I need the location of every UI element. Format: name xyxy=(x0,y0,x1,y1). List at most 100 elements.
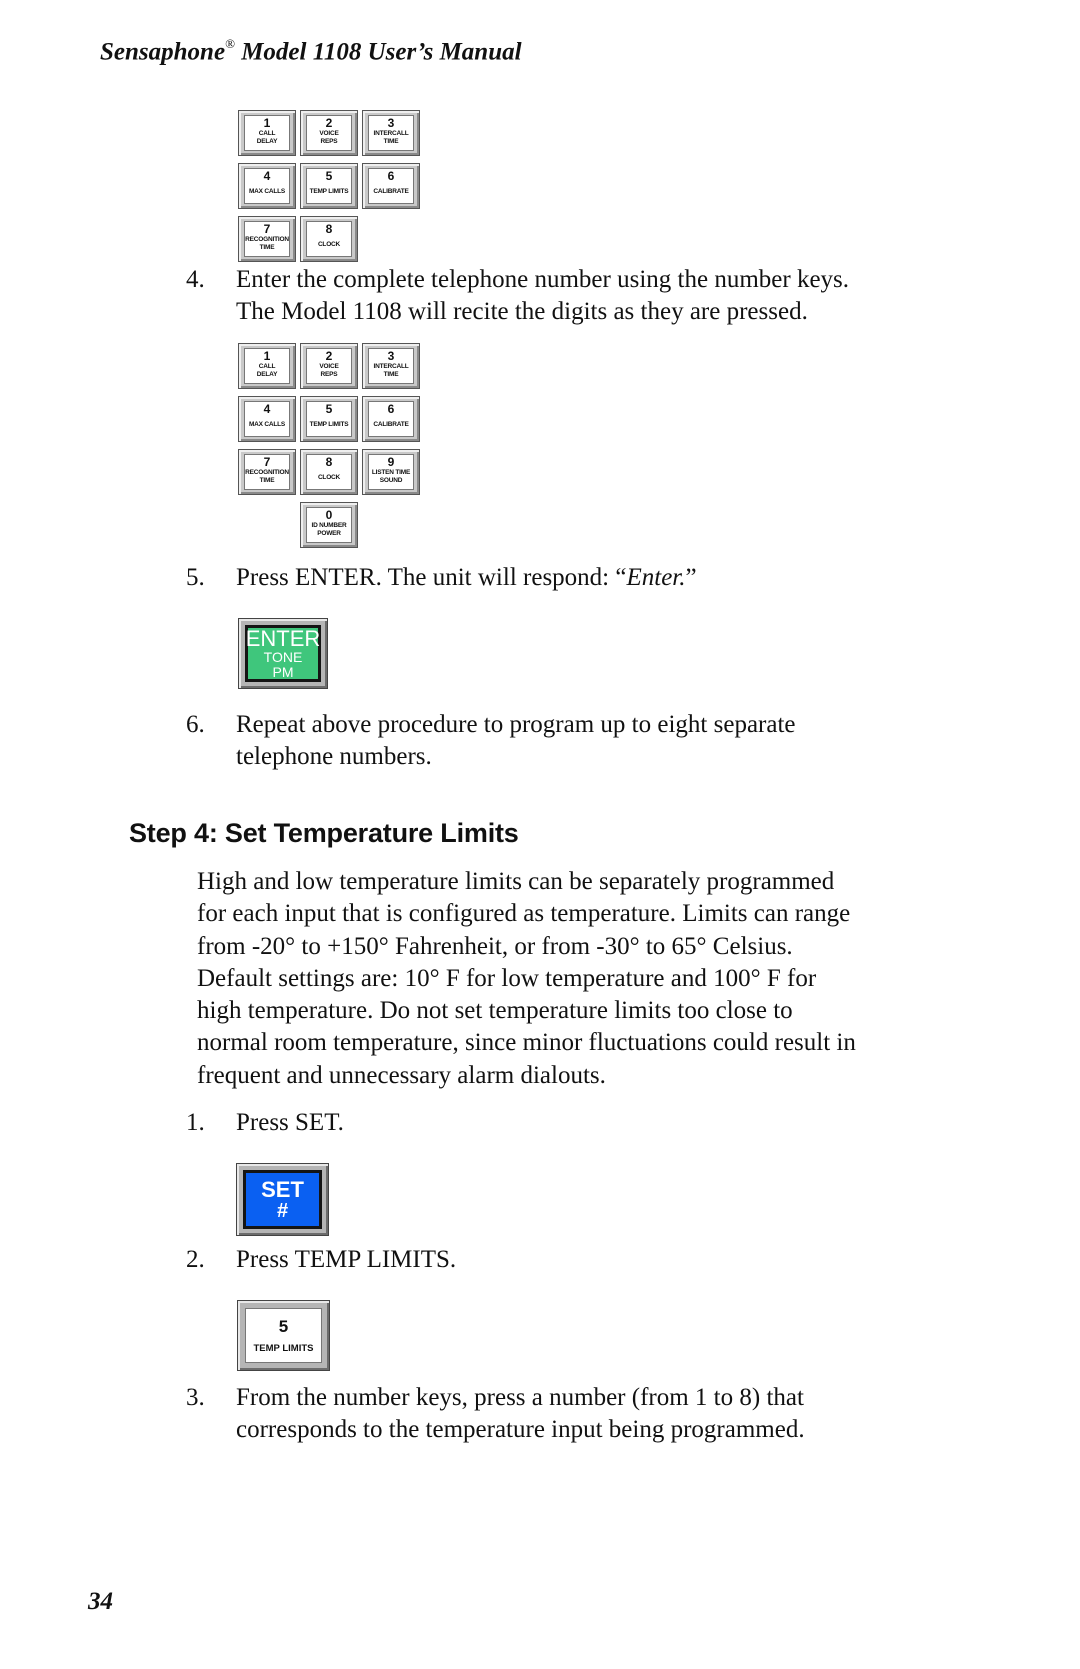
list-number: 3. xyxy=(186,1384,205,1411)
list-text-line: From the number keys, press a number (fr… xyxy=(236,1384,804,1411)
list-text-line: The Model 1108 will recite the digits as… xyxy=(236,298,808,325)
key-label: TEMP LIMITS xyxy=(253,1342,314,1354)
key-label: MAX CALLS xyxy=(248,421,286,428)
key-face: 4 MAX CALLS xyxy=(244,401,290,437)
key-label: INTERCALL xyxy=(373,130,409,137)
list-number: 5. xyxy=(186,564,205,591)
list-text-line: Enter the complete telephone number usin… xyxy=(236,266,850,293)
key-face: 2 VOICE REPS xyxy=(306,348,352,384)
key-face: 7 RECOGNITION TIME xyxy=(244,454,290,490)
key-label: VOICE xyxy=(319,363,339,370)
list-text-line: Repeat above procedure to program up to … xyxy=(236,711,796,738)
keypad-key-4: 4 MAX CALLS xyxy=(238,396,296,442)
enter-key-sublabel: TONE xyxy=(263,648,303,665)
keypad-key-1: 1 CALL DELAY xyxy=(238,343,296,389)
list-text-line: Press TEMP LIMITS. xyxy=(236,1246,457,1273)
enter-key-face: ENTER TONE PM xyxy=(245,625,321,682)
key-label: TIME xyxy=(383,371,399,378)
key-label: TIME xyxy=(259,477,275,484)
key-digit: 0 xyxy=(325,508,333,522)
key-label: CALIBRATE xyxy=(373,188,409,195)
key-digit: 6 xyxy=(387,169,395,183)
keypad-key-1: 1 CALL DELAY xyxy=(238,110,296,156)
key-face: 3 INTERCALL TIME xyxy=(368,348,414,384)
key-label: CLOCK xyxy=(317,474,341,481)
list-text-line: telephone numbers. xyxy=(236,743,432,770)
key-label: INTERCALL xyxy=(373,363,409,370)
key-label: CALIBRATE xyxy=(373,421,409,428)
key-digit: 5 xyxy=(325,402,333,416)
list-text: Press ENTER. The unit will respond: xyxy=(236,564,616,591)
keypad-key-8: 8 CLOCK xyxy=(300,216,358,262)
page-number: 34 xyxy=(88,1588,113,1615)
quote-open: “ xyxy=(615,564,627,591)
key-digit: 7 xyxy=(263,222,271,236)
key-digit: 3 xyxy=(387,116,395,130)
key-label: MAX CALLS xyxy=(248,188,286,195)
keypad-key-6: 6 CALIBRATE xyxy=(362,396,420,442)
hash-symbol: # xyxy=(276,1200,289,1222)
keypad-key-5: 5 TEMP LIMITS xyxy=(300,396,358,442)
key-face: 0 ID NUMBER POWER xyxy=(306,507,352,543)
keypad-key-5: 5 TEMP LIMITS xyxy=(300,163,358,209)
running-header: Sensaphone® Model 1108 User’s Manual xyxy=(100,36,522,66)
key-label: VOICE xyxy=(319,130,339,137)
key-face: 1 CALL DELAY xyxy=(244,348,290,384)
key-digit: 5 xyxy=(278,1316,289,1336)
key-face: 3 INTERCALL TIME xyxy=(368,115,414,151)
paragraph-line: normal room temperature, since minor flu… xyxy=(197,1029,856,1057)
keypad-key-9: 9 LISTEN TIME SOUND xyxy=(362,449,420,495)
key-digit: 6 xyxy=(387,402,395,416)
key-label: ID NUMBER xyxy=(311,522,347,529)
keypad-key-3: 3 INTERCALL TIME xyxy=(362,343,420,389)
header-brand: Sensaphone xyxy=(100,38,226,66)
key-face: 8 CLOCK xyxy=(306,221,352,257)
section-paragraph: High and low temperature limits can be s… xyxy=(197,866,937,1092)
key-digit: 8 xyxy=(325,222,333,236)
key-label: TEMP LIMITS xyxy=(309,188,349,195)
keypad-key-8: 8 CLOCK xyxy=(300,449,358,495)
key-label: DELAY xyxy=(256,371,278,378)
key-label: RECOGNITION xyxy=(245,236,289,243)
key-digit: 1 xyxy=(263,116,271,130)
unit-response: Enter. xyxy=(626,564,686,591)
key-digit: 8 xyxy=(325,455,333,469)
key-label: DELAY xyxy=(256,138,278,145)
key-digit: 4 xyxy=(263,402,271,416)
key-digit: 2 xyxy=(325,116,333,130)
key-face: 7 RECOGNITION TIME xyxy=(244,221,290,257)
key-face: 5 TEMP LIMITS xyxy=(306,401,352,437)
list-number: 6. xyxy=(186,711,205,738)
key-label: LISTEN TIME xyxy=(371,469,411,476)
keypad-key-2: 2 VOICE REPS xyxy=(300,343,358,389)
keypad-key-7: 7 RECOGNITION TIME xyxy=(238,216,296,262)
key-label: CALL xyxy=(258,363,276,370)
paragraph-line: from -20° to +150° Fahrenheit, or from -… xyxy=(197,932,793,960)
set-key-illustration: SET # xyxy=(236,1163,329,1236)
paragraph-line: High and low temperature limits can be s… xyxy=(197,868,835,895)
key-label: SOUND xyxy=(379,477,403,484)
key-face: 8 CLOCK xyxy=(306,454,352,490)
list-number: 4. xyxy=(186,266,205,293)
temp-limits-key-illustration: 5 TEMP LIMITS xyxy=(237,1300,330,1371)
paragraph-line: high temperature. Do not set temperature… xyxy=(197,997,793,1025)
keypad-key-4: 4 MAX CALLS xyxy=(238,163,296,209)
key-digit: 5 xyxy=(325,169,333,183)
list-number: 1. xyxy=(186,1109,205,1136)
key-digit: 9 xyxy=(387,455,395,469)
list-text-line: Press ENTER. The unit will respond: “Ent… xyxy=(236,562,697,594)
key-digit: 3 xyxy=(387,349,395,363)
quote-close: ” xyxy=(685,564,697,591)
section-heading: Step 4: Set Temperature Limits xyxy=(129,818,519,848)
key-label: REPS xyxy=(320,138,338,145)
registered-mark: ® xyxy=(225,36,235,51)
list-text-line: Press SET. xyxy=(236,1109,344,1136)
key-digit: 2 xyxy=(325,349,333,363)
key-label: RECOGNITION xyxy=(245,469,289,476)
paragraph-line: for each input that is configured as tem… xyxy=(197,900,851,928)
key-face: 9 LISTEN TIME SOUND xyxy=(368,454,414,490)
key-label: POWER xyxy=(317,530,341,537)
set-key-label: SET xyxy=(261,1177,304,1202)
key-label: REPS xyxy=(320,371,338,378)
key-face: 1 CALL DELAY xyxy=(244,115,290,151)
